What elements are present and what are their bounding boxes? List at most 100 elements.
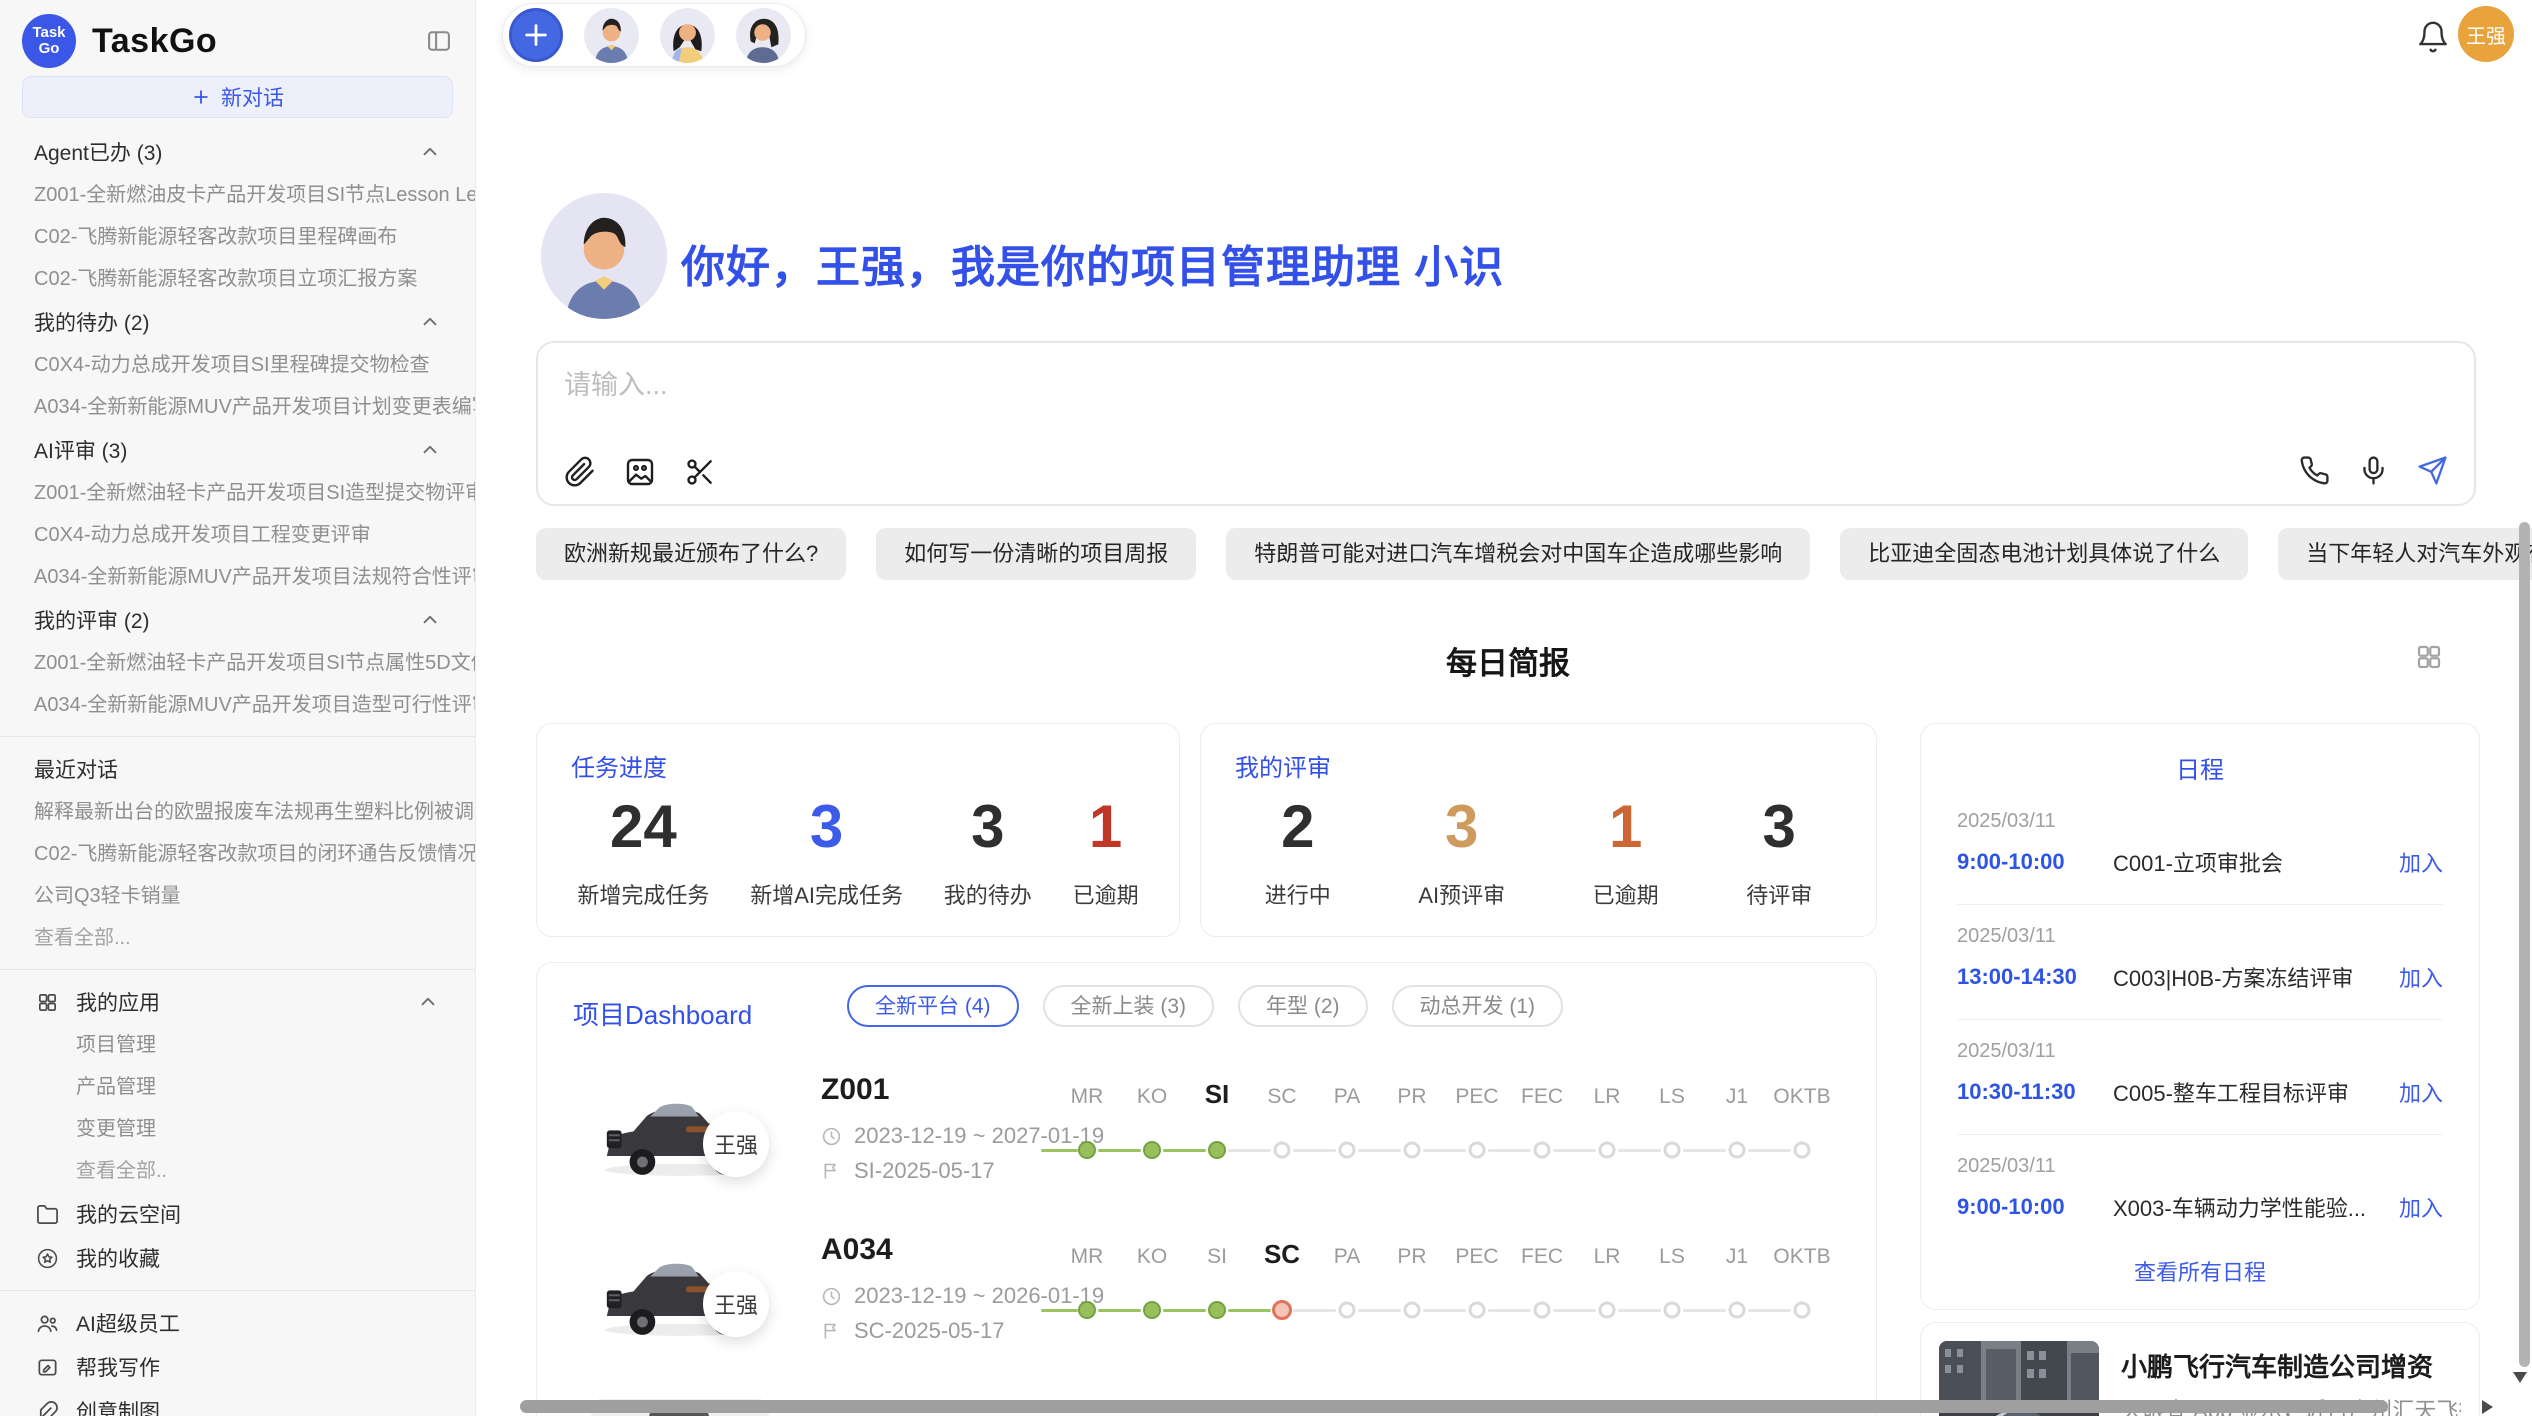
schedule-item: 2025/03/119:00-10:00C001-立项审批会加入 — [1957, 790, 2443, 905]
phone-icon[interactable] — [2299, 455, 2330, 486]
milestone-dot[interactable] — [1794, 1142, 1811, 1159]
image-icon[interactable] — [624, 456, 656, 488]
schedule-row: 10:30-11:30C005-整车工程目标评审加入 — [1957, 1076, 2443, 1108]
notification-bell-icon[interactable] — [2416, 20, 2450, 54]
sidebar-task-item[interactable]: Z001-全新燃油皮卡产品开发项目SI节点Lesson Learn报告 — [0, 174, 475, 216]
dashboard-tab[interactable]: 全新平台 (4) — [847, 985, 1019, 1027]
my-app-item[interactable]: 项目管理 — [0, 1024, 475, 1066]
milestone-dot[interactable] — [1208, 1301, 1226, 1319]
vertical-scrollbar-thumb[interactable] — [2519, 522, 2530, 1367]
chat-input[interactable] — [562, 361, 2162, 431]
recent-chat-item[interactable]: 解释最新出台的欧盟报废车法规再生塑料比例被调至15%... — [0, 791, 475, 833]
suggestion-chip[interactable]: 比亚迪全固态电池计划具体说了什么 — [1840, 528, 2248, 580]
sidebar-task-item[interactable]: A034-全新新能源MUV产品开发项目造型可行性评审 — [0, 684, 475, 726]
stat: 3新增AI完成任务 — [750, 794, 903, 910]
milestone-dot[interactable] — [1534, 1142, 1551, 1159]
agent-avatar[interactable] — [660, 8, 715, 63]
user-avatar[interactable]: 王强 — [2458, 6, 2514, 62]
chevron-up-icon[interactable] — [417, 991, 439, 1013]
schedule-join-link[interactable]: 加入 — [2399, 1076, 2443, 1108]
sidebar-item-creative-drawing[interactable]: 创意制图 — [0, 1389, 475, 1416]
milestone-dot[interactable] — [1664, 1142, 1681, 1159]
recent-view-all[interactable]: 查看全部... — [0, 917, 475, 959]
chevron-up-icon[interactable] — [419, 141, 441, 163]
send-icon[interactable] — [2417, 455, 2448, 486]
paperclip-icon[interactable] — [564, 456, 596, 488]
schedule-view-all[interactable]: 查看所有日程 — [1921, 1255, 2479, 1287]
scroll-right-arrow-icon[interactable] — [2482, 1400, 2493, 1414]
dashboard-tab[interactable]: 年型 (2) — [1238, 985, 1368, 1027]
schedule-name: C005-整车工程目标评审 — [2113, 1076, 2389, 1108]
help-me-write-label: 帮我写作 — [76, 1352, 160, 1382]
sidebar-item-favorites[interactable]: 我的收藏 — [0, 1236, 475, 1280]
milestone-dot[interactable] — [1469, 1302, 1486, 1319]
section-header[interactable]: Agent已办 (3) — [0, 130, 475, 174]
agent-avatar[interactable] — [736, 8, 791, 63]
chevron-up-icon[interactable] — [419, 609, 441, 631]
horizontal-scrollbar-thumb[interactable] — [520, 1400, 2388, 1413]
schedule-join-link[interactable]: 加入 — [2399, 1191, 2443, 1223]
milestone-dot[interactable] — [1078, 1301, 1096, 1319]
schedule-title: 日程 — [1921, 750, 2479, 785]
project-row[interactable]: 王强 Z001 2023-12-19 ~ 2027-01-19 SI-2025-… — [573, 1059, 1840, 1219]
suggestion-chip[interactable]: 特朗普可能对进口汽车增税会对中国车企造成哪些影响 — [1226, 528, 1810, 580]
milestone-dot[interactable] — [1664, 1302, 1681, 1319]
scissors-icon[interactable] — [684, 456, 716, 488]
suggestion-chip[interactable]: 欧洲新规最近颁布了什么? — [536, 528, 846, 580]
agent-avatar[interactable] — [584, 8, 639, 63]
milestone-dot[interactable] — [1208, 1141, 1226, 1159]
sidebar-item-help-me-write[interactable]: 帮我写作 — [0, 1345, 475, 1389]
recent-chat-item[interactable]: 公司Q3轻卡销量 — [0, 875, 475, 917]
apps-view-all[interactable]: 查看全部.. — [0, 1150, 475, 1192]
dashboard-tab[interactable]: 全新上装 (3) — [1043, 985, 1215, 1027]
sidebar-task-item[interactable]: A034-全新新能源MUV产品开发项目计划变更表编写 — [0, 386, 475, 428]
milestone-dot[interactable] — [1599, 1302, 1616, 1319]
milestone-dot[interactable] — [1404, 1142, 1421, 1159]
my-app-item[interactable]: 变更管理 — [0, 1108, 475, 1150]
milestone-dot[interactable] — [1729, 1302, 1746, 1319]
suggestion-chip[interactable]: 当下年轻人对汽车外观有怎样的喜好趋势 — [2278, 528, 2532, 580]
sidebar-task-item[interactable]: A034-全新新能源MUV产品开发项目法规符合性评审 — [0, 556, 475, 598]
milestone-dot[interactable] — [1469, 1142, 1486, 1159]
sidebar-task-item[interactable]: C0X4-动力总成开发项目工程变更评审 — [0, 514, 475, 556]
section-header[interactable]: AI评审 (3) — [0, 428, 475, 472]
schedule-join-link[interactable]: 加入 — [2399, 961, 2443, 993]
milestone-dot[interactable] — [1274, 1142, 1291, 1159]
milestone-dot[interactable] — [1272, 1300, 1292, 1320]
add-agent-button[interactable] — [509, 8, 563, 62]
dashboard-tab[interactable]: 动总开发 (1) — [1392, 985, 1564, 1027]
chevron-up-icon[interactable] — [419, 311, 441, 333]
section-header[interactable]: 我的待办 (2) — [0, 300, 475, 344]
milestone-dot[interactable] — [1534, 1302, 1551, 1319]
layout-grid-icon[interactable] — [2414, 642, 2444, 672]
sidebar-item-ai-super-staff[interactable]: AI超级员工 — [0, 1301, 475, 1345]
milestone-dot[interactable] — [1599, 1142, 1616, 1159]
milestone-dot[interactable] — [1143, 1301, 1161, 1319]
my-app-item[interactable]: 产品管理 — [0, 1066, 475, 1108]
chevron-up-icon[interactable] — [419, 439, 441, 461]
suggestion-chips: 欧洲新规最近颁布了什么? 如何写一份清晰的项目周报特朗普可能对进口汽车增税会对中国… — [536, 528, 2532, 580]
project-row[interactable]: 王强 A034 2023-12-19 ~ 2026-01-19 SC-2025-… — [573, 1219, 1840, 1379]
milestone-dot[interactable] — [1143, 1141, 1161, 1159]
milestone-dot[interactable] — [1339, 1302, 1356, 1319]
milestone-dot[interactable] — [1404, 1302, 1421, 1319]
milestone-dot[interactable] — [1339, 1142, 1356, 1159]
scroll-down-arrow-icon[interactable] — [2513, 1372, 2527, 1383]
milestone-dot[interactable] — [1078, 1141, 1096, 1159]
suggestion-chip[interactable]: 如何写一份清晰的项目周报 — [876, 528, 1196, 580]
schedule-join-link[interactable]: 加入 — [2399, 846, 2443, 878]
sidebar-task-item[interactable]: C0X4-动力总成开发项目SI里程碑提交物检查 — [0, 344, 475, 386]
milestone-dot[interactable] — [1794, 1302, 1811, 1319]
sidebar-task-item[interactable]: C02-飞腾新能源轻客改款项目里程碑画布 — [0, 216, 475, 258]
milestone-dot[interactable] — [1729, 1142, 1746, 1159]
sidebar-collapse-icon[interactable] — [425, 27, 453, 55]
microphone-icon[interactable] — [2358, 455, 2389, 486]
my-apps-header[interactable]: 我的应用 — [0, 980, 475, 1024]
sidebar-item-cloud-space[interactable]: 我的云空间 — [0, 1192, 475, 1236]
section-header[interactable]: 我的评审 (2) — [0, 598, 475, 642]
sidebar-task-item[interactable]: Z001-全新燃油轻卡产品开发项目SI造型提交物评审 — [0, 472, 475, 514]
new-chat-button[interactable]: 新对话 — [22, 76, 453, 118]
recent-chat-item[interactable]: C02-飞腾新能源轻客改款项目的闭环通告反馈情况 — [0, 833, 475, 875]
sidebar-task-item[interactable]: C02-飞腾新能源轻客改款项目立项汇报方案 — [0, 258, 475, 300]
sidebar-task-item[interactable]: Z001-全新燃油轻卡产品开发项目SI节点属性5D文件评审 — [0, 642, 475, 684]
